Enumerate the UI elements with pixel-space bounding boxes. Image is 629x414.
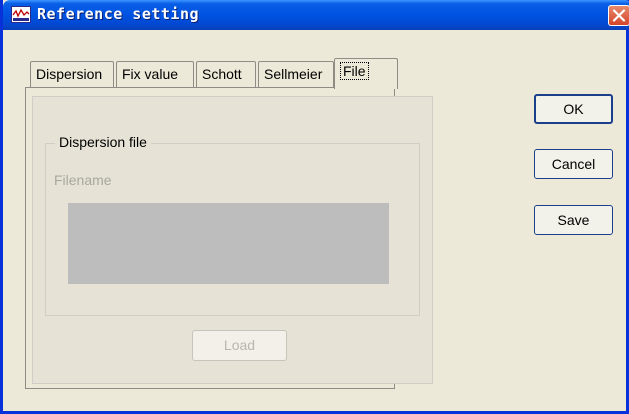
tab-file[interactable]: File: [334, 58, 398, 89]
tab-label: Schott: [202, 66, 242, 82]
tab-dispersion[interactable]: Dispersion: [30, 61, 114, 87]
tab-label: Dispersion: [36, 66, 103, 82]
tab-sellmeier[interactable]: Sellmeier: [258, 61, 334, 87]
tab-label: Fix value: [122, 66, 179, 82]
dialog-window: Reference setting Dispersion Fix value S…: [0, 0, 629, 414]
close-icon: [612, 9, 626, 22]
title-bar[interactable]: Reference setting: [3, 0, 629, 30]
tab-label: File: [340, 62, 369, 80]
group-title: Dispersion file: [55, 134, 151, 150]
save-button[interactable]: Save: [534, 205, 613, 235]
waveform-app-icon: [11, 6, 31, 23]
filename-display: [68, 203, 389, 284]
cancel-button[interactable]: Cancel: [534, 149, 613, 179]
filename-label: Filename: [54, 172, 112, 188]
tab-schott[interactable]: Schott: [196, 61, 256, 87]
load-button[interactable]: Load: [192, 330, 287, 361]
tab-label: Sellmeier: [264, 66, 323, 82]
window-title: Reference setting: [37, 5, 200, 23]
close-button[interactable]: [608, 5, 629, 26]
ok-button[interactable]: OK: [534, 94, 613, 124]
tab-fix-value[interactable]: Fix value: [116, 61, 194, 87]
